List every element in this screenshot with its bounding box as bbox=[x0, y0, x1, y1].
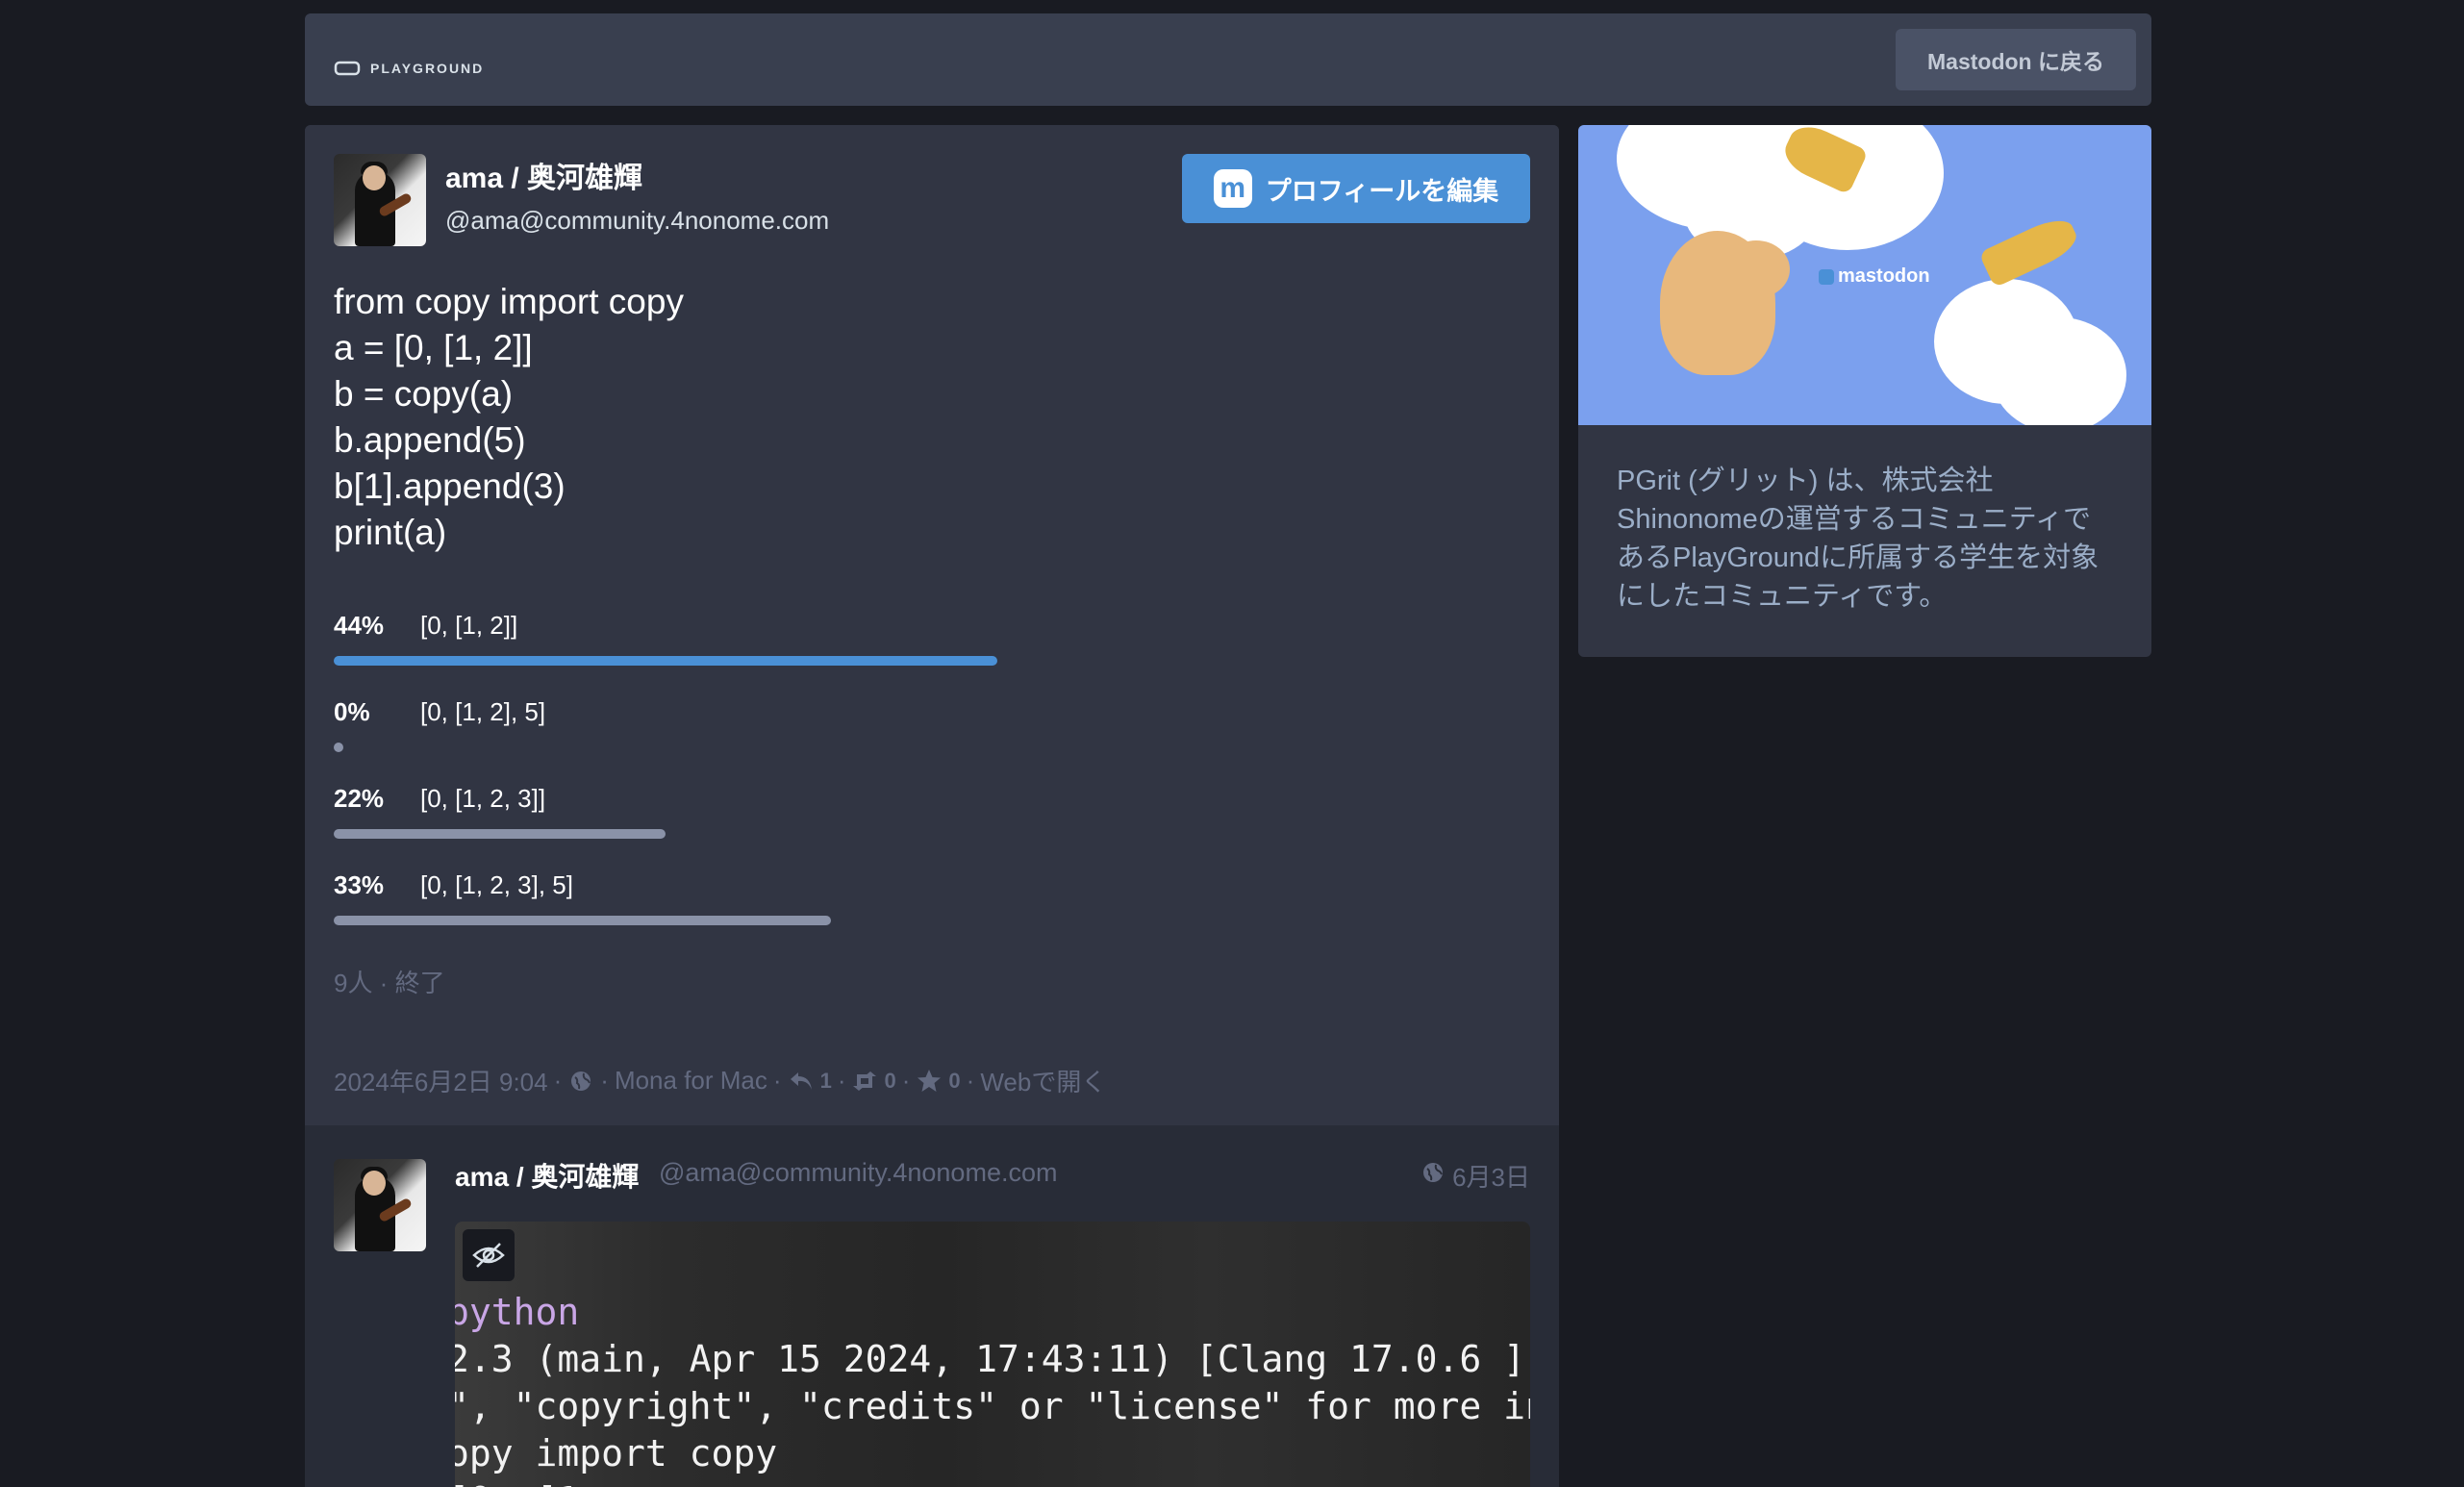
content-line: b.append(5) bbox=[334, 420, 526, 460]
mastodon-icon: m bbox=[1213, 169, 1252, 208]
poll-option-text: [0, [1, 2, 3]] bbox=[420, 784, 546, 813]
status-meta: 2024年6月2日 9:04 · · Mona for Mac · 1 · 0 … bbox=[334, 1063, 1106, 1098]
account-handle[interactable]: @ama@community.4nonome.com bbox=[445, 206, 829, 236]
server-info-panel: mastodon PGrit (グリット) は、株式会社Shinonomeの運営… bbox=[1578, 125, 2151, 657]
server-hero-image: mastodon bbox=[1578, 125, 2151, 425]
media-code: python 2.3 (main, Apr 15 2024, 17:43:11) … bbox=[455, 1289, 1530, 1487]
globe-icon bbox=[1421, 1161, 1445, 1191]
reply-avatar[interactable] bbox=[334, 1159, 426, 1251]
content-line: b[1].append(3) bbox=[334, 466, 566, 506]
status-date[interactable]: 2024年6月2日 9:04 bbox=[334, 1063, 548, 1098]
open-in-web-link[interactable]: Webで開く bbox=[980, 1063, 1106, 1098]
code-line: [0, [1 bbox=[455, 1477, 1530, 1487]
reply-icon[interactable] bbox=[788, 1068, 815, 1095]
poll-percent: 0% bbox=[334, 697, 370, 726]
code-line: ", "copyright", "credits" or "license" f… bbox=[455, 1385, 1530, 1427]
display-name[interactable]: ama / 奥河雄輝 bbox=[445, 154, 642, 196]
playground-logo[interactable]: PLAYGROUND bbox=[334, 60, 484, 77]
boost-icon[interactable] bbox=[851, 1068, 878, 1095]
reply-display-name[interactable]: ama / 奥河雄輝 bbox=[455, 1156, 639, 1195]
back-to-mastodon-button[interactable]: Mastodon に戻る bbox=[1896, 29, 2136, 90]
star-icon[interactable] bbox=[916, 1068, 943, 1095]
poll: 44% [0, [1, 2]] 0% [0, [1, 2], 5] 22% [0… bbox=[334, 611, 1530, 957]
eye-slash-icon bbox=[472, 1243, 505, 1268]
code-line: opy import copy bbox=[455, 1432, 778, 1474]
reply-status: ama / 奥河雄輝 @ama@community.4nonome.com 6月… bbox=[305, 1125, 1559, 1487]
poll-bar bbox=[334, 656, 997, 666]
favourite-count: 0 bbox=[948, 1068, 961, 1093]
code-line: python bbox=[455, 1291, 580, 1333]
poll-option: 44% [0, [1, 2]] bbox=[334, 611, 1530, 697]
logo-text: PLAYGROUND bbox=[370, 61, 485, 76]
poll-footer: 9人 · 終了 bbox=[334, 969, 445, 997]
poll-option-text: [0, [1, 2]] bbox=[420, 611, 518, 640]
detailed-status: ama / 奥河雄輝 @ama@community.4nonome.com m … bbox=[305, 125, 1559, 1125]
logo-icon bbox=[334, 61, 361, 76]
top-header: PLAYGROUND Mastodon に戻る bbox=[305, 13, 2151, 106]
poll-percent: 22% bbox=[334, 784, 385, 813]
content-line: a = [0, [1, 2]] bbox=[334, 328, 533, 367]
reply-count: 1 bbox=[819, 1068, 832, 1093]
cloud-shape bbox=[1992, 317, 2126, 425]
main-column: ama / 奥河雄輝 @ama@community.4nonome.com m … bbox=[305, 125, 1559, 1487]
media-attachment[interactable]: python 2.3 (main, Apr 15 2024, 17:43:11) … bbox=[455, 1222, 1530, 1487]
boost-count: 0 bbox=[884, 1068, 896, 1093]
edit-profile-button[interactable]: m プロフィールを編集 bbox=[1182, 154, 1530, 223]
poll-percent: 44% bbox=[334, 611, 385, 640]
code-line: 2.3 (main, Apr 15 2024, 17:43:11) [Clang… bbox=[455, 1338, 1526, 1380]
hero-label: mastodon bbox=[1838, 265, 1930, 287]
trumpet-icon bbox=[1978, 212, 2082, 289]
server-description: PGrit (グリット) は、株式会社Shinonomeの運営するコミュニティで… bbox=[1617, 466, 2099, 612]
content-line: print(a) bbox=[334, 513, 447, 552]
poll-option-text: [0, [1, 2, 3], 5] bbox=[420, 870, 573, 899]
poll-bar bbox=[334, 829, 666, 839]
poll-option-text: [0, [1, 2], 5] bbox=[420, 697, 546, 726]
edit-profile-label: プロフィールを編集 bbox=[1265, 176, 1499, 206]
poll-option: 22% [0, [1, 2, 3]] bbox=[334, 784, 1530, 870]
app-name[interactable]: Mona for Mac bbox=[615, 1066, 767, 1096]
content-line: from copy import copy bbox=[334, 282, 684, 321]
avatar[interactable] bbox=[334, 154, 426, 246]
reply-account-handle[interactable]: @ama@community.4nonome.com bbox=[659, 1158, 1057, 1188]
reply-timestamp[interactable]: 6月3日 bbox=[1421, 1158, 1530, 1194]
poll-bar bbox=[334, 916, 831, 925]
globe-icon bbox=[567, 1068, 594, 1095]
poll-bar bbox=[334, 743, 343, 752]
mastodon-icon bbox=[1819, 268, 1834, 285]
poll-option: 0% [0, [1, 2], 5] bbox=[334, 697, 1530, 784]
poll-percent: 33% bbox=[334, 870, 385, 899]
reply-time-text: 6月3日 bbox=[1452, 1163, 1530, 1192]
hide-media-button[interactable] bbox=[463, 1229, 515, 1281]
status-content: from copy import copy a = [0, [1, 2]] b … bbox=[334, 279, 684, 556]
poll-option: 33% [0, [1, 2, 3], 5] bbox=[334, 870, 1530, 957]
content-line: b = copy(a) bbox=[334, 374, 514, 414]
